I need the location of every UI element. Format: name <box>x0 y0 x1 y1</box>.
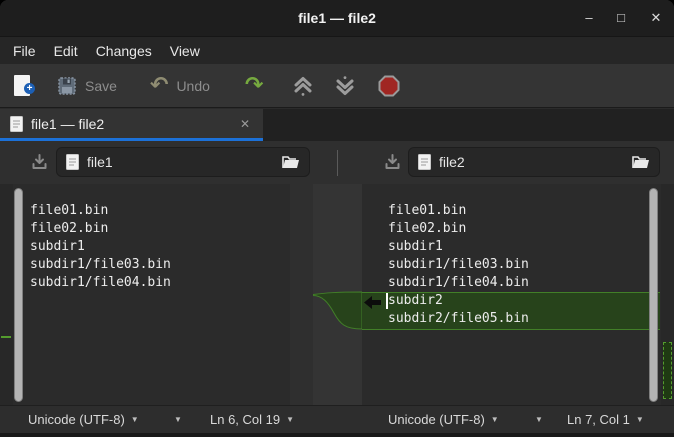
chevron-down-icon: ▼ <box>174 415 182 424</box>
code-line: subdir1 <box>388 239 443 254</box>
encoding-value: Unicode (UTF-8) <box>28 412 125 427</box>
code-line: subdir1 <box>30 239 85 254</box>
file-selector-left[interactable]: file1 <box>56 147 310 177</box>
window-title: file1 — file2 <box>298 10 376 26</box>
file-name-left: file1 <box>87 154 113 170</box>
file-name-right: file2 <box>439 154 465 170</box>
save-label: Save <box>85 77 117 94</box>
diff-curve <box>313 291 362 330</box>
linkmap <box>313 184 362 405</box>
tab-file1-file2[interactable]: file1 — file2 ✕ <box>0 109 263 141</box>
code-line: subdir2/file05.bin <box>388 311 529 326</box>
editor-right[interactable]: file01.bin file02.bin subdir1 subdir1/file0… <box>384 184 660 405</box>
file-selector-right[interactable]: file2 <box>408 147 660 177</box>
chunk-map-left[interactable] <box>0 184 13 405</box>
scrollbar-left[interactable] <box>14 188 23 402</box>
save-left-icon[interactable] <box>32 154 47 170</box>
statusbar: Unicode (UTF-8) ▼ ▼ Ln 6, Col 19 ▼ Unico… <box>0 405 674 433</box>
highlight-dropdown-right[interactable]: ▼ <box>535 406 543 433</box>
scrollbar-right[interactable] <box>649 188 658 402</box>
menu-item[interactable]: Edit <box>45 41 87 61</box>
stop-button[interactable] <box>378 64 400 107</box>
undo-icon: ↶ <box>150 72 169 98</box>
new-document-icon: + <box>14 75 35 96</box>
open-file-icon <box>632 155 650 170</box>
chunk-map-right[interactable] <box>661 184 674 405</box>
menubar: File Edit Changes View <box>0 37 674 64</box>
cursor-position-value: Ln 6, Col 19 <box>210 412 281 427</box>
encoding-dropdown-right[interactable]: Unicode (UTF-8) ▼ <box>388 406 499 433</box>
chevron-down-icon <box>334 75 356 97</box>
tab-label: file1 — file2 <box>31 115 105 132</box>
cursor-position-dropdown-right[interactable]: Ln 7, Col 1 ▼ <box>567 406 644 433</box>
diff-area: file01.bin file02.bin subdir1 subdir1/file0… <box>0 184 674 405</box>
undo-button[interactable]: ↶ Undo <box>150 64 210 107</box>
highlight-dropdown-left[interactable]: ▼ <box>174 406 182 433</box>
titlebar: file1 — file2 – □ ✕ <box>0 0 674 37</box>
code-line: file01.bin <box>388 203 467 218</box>
code-line: file01.bin <box>30 203 109 218</box>
document-icon <box>66 154 79 170</box>
chevron-down-icon: ▼ <box>490 415 499 424</box>
insert-marker <box>1 336 11 338</box>
meld-window: file1 — file2 – □ ✕ File Edit Changes View … <box>0 0 674 437</box>
stop-icon <box>378 75 400 97</box>
action-gutter-right <box>362 184 384 405</box>
open-file-icon <box>282 155 300 170</box>
chevron-up-icon <box>292 75 314 97</box>
pane-headers: file1 file2 <box>0 141 674 184</box>
chevron-down-icon: ▼ <box>286 415 295 424</box>
chevron-down-icon: ▼ <box>635 415 644 424</box>
next-change-button[interactable] <box>334 64 356 107</box>
maximize-button[interactable]: □ <box>609 6 633 30</box>
pane-divider <box>337 150 338 176</box>
save-icon <box>57 76 77 96</box>
action-gutter-left <box>290 184 313 405</box>
previous-change-button[interactable] <box>292 64 314 107</box>
minimize-button[interactable]: – <box>577 6 601 30</box>
code-lines-left: file01.bin file02.bin subdir1 subdir1/file0… <box>30 202 171 292</box>
menu-item[interactable]: File <box>4 41 45 61</box>
close-button[interactable]: ✕ <box>644 6 668 30</box>
insert-chunk-marker <box>663 342 672 399</box>
toolbar: + Save ↶ Undo ↷ <box>0 64 674 108</box>
code-line: file02.bin <box>30 221 109 236</box>
document-icon <box>10 115 23 132</box>
new-comparison-button[interactable]: + <box>14 64 35 107</box>
code-line: file02.bin <box>388 221 467 236</box>
save-button[interactable]: Save <box>57 64 117 107</box>
code-line: subdir1/file03.bin <box>388 257 529 272</box>
cursor-position-value: Ln 7, Col 1 <box>567 412 630 427</box>
code-lines-right: file01.bin file02.bin subdir1 subdir1/file0… <box>388 202 529 328</box>
document-icon <box>418 154 431 170</box>
plus-badge-icon: + <box>24 83 35 94</box>
redo-button[interactable]: ↷ <box>245 64 263 107</box>
editor-left[interactable]: file01.bin file02.bin subdir1 subdir1/file0… <box>13 184 290 405</box>
text-cursor <box>386 293 388 309</box>
cursor-position-dropdown-left[interactable]: Ln 6, Col 19 ▼ <box>210 406 294 433</box>
chevron-down-icon: ▼ <box>535 415 543 424</box>
code-line: subdir1/file03.bin <box>30 257 171 272</box>
code-line: subdir1/file04.bin <box>388 275 529 290</box>
tab-bar: file1 — file2 ✕ <box>0 109 674 141</box>
menu-item[interactable]: Changes <box>87 41 161 61</box>
encoding-value: Unicode (UTF-8) <box>388 412 485 427</box>
code-line: subdir2 <box>388 293 443 308</box>
tab-close-icon[interactable]: ✕ <box>237 117 253 131</box>
save-right-icon[interactable] <box>385 154 400 170</box>
encoding-dropdown-left[interactable]: Unicode (UTF-8) ▼ <box>28 406 139 433</box>
code-line: subdir1/file04.bin <box>30 275 171 290</box>
menu-item[interactable]: View <box>161 41 209 61</box>
chevron-down-icon: ▼ <box>130 415 139 424</box>
undo-label: Undo <box>176 77 210 94</box>
redo-icon: ↷ <box>245 72 264 98</box>
window-bottom-edge <box>0 433 674 437</box>
merge-left-arrow[interactable] <box>364 296 381 309</box>
